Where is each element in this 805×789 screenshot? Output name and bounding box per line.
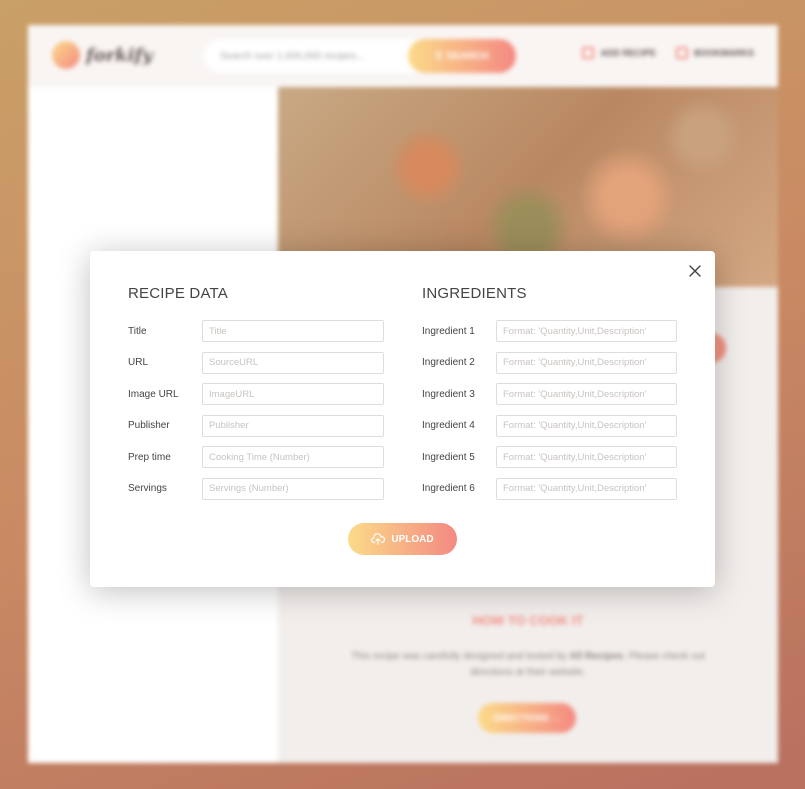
- cloud-upload-icon: [371, 533, 386, 545]
- recipe-field-label: Title: [128, 325, 147, 337]
- recipe-field-label: Publisher: [128, 420, 170, 431]
- ingredients-column: INGREDIENTS Ingredient 1 Ingredient 2 Ingr…: [422, 285, 678, 509]
- search-button[interactable]: ⚲ SEARCH: [408, 39, 516, 73]
- how-to-cook-title: HOW TO COOK IT: [472, 613, 584, 628]
- recipe-field-label: URL: [128, 357, 149, 368]
- nav-bookmarks-label: BOOKMARKS: [694, 48, 754, 58]
- bookmark-icon: [676, 47, 688, 59]
- search-icon: ⚲: [435, 50, 443, 62]
- recipe-field-input[interactable]: [202, 320, 384, 342]
- logo-icon: [52, 41, 80, 69]
- search-button-label: SEARCH: [446, 50, 489, 62]
- logo[interactable]: forkify: [52, 41, 153, 69]
- recipe-field-input[interactable]: [202, 383, 384, 405]
- search-input[interactable]: Search over 1,000,000 recipes...: [220, 51, 410, 62]
- nav-add-recipe-label: ADD RECIPE: [600, 48, 656, 58]
- ingredient-field-input[interactable]: [496, 414, 677, 437]
- recipe-field-row: Image URL: [128, 383, 384, 405]
- logo-text: forkify: [86, 44, 153, 66]
- recipe-field-label: Prep time: [128, 451, 171, 463]
- recipe-field-input[interactable]: [202, 446, 384, 468]
- recipe-field-row: Prep time: [128, 446, 384, 468]
- recipe-field-label: Servings: [128, 483, 167, 494]
- nav: ADD RECIPE BOOKMARKS: [582, 47, 754, 59]
- ingredient-field-row: Ingredient 6: [422, 477, 678, 500]
- ingredient-field-label: Ingredient 5: [422, 451, 475, 463]
- ingredient-field-row: Ingredient 2: [422, 351, 678, 374]
- recipe-field-input[interactable]: [202, 414, 384, 437]
- directions-button[interactable]: DIRECTIONS →: [478, 703, 576, 733]
- ingredient-field-input[interactable]: [496, 320, 677, 342]
- directions-button-label: DIRECTIONS: [493, 713, 549, 723]
- recipe-field-row: Publisher: [128, 414, 384, 437]
- header: forkify Search over 1,000,000 recipes...…: [28, 25, 778, 87]
- recipe-data-column: RECIPE DATA Title URL Image URL Publisher Pr…: [128, 285, 384, 509]
- how-to-cook-publisher: All Recipes: [569, 651, 624, 662]
- ingredient-field-input[interactable]: [496, 383, 677, 405]
- arrow-right-icon: →: [549, 713, 561, 723]
- ingredient-field-label: Ingredient 6: [422, 483, 475, 494]
- how-to-cook-text: This recipe was carefully designed and t…: [338, 649, 718, 681]
- ingredient-field-label: Ingredient 1: [422, 325, 475, 337]
- close-icon: [689, 265, 701, 277]
- recipe-field-row: Title: [128, 320, 384, 342]
- ingredient-field-input[interactable]: [496, 477, 677, 500]
- edit-icon: [582, 47, 595, 59]
- how-to-cook-text-pre: This recipe was carefully designed and t…: [350, 651, 570, 662]
- recipe-field-row: Servings: [128, 477, 384, 500]
- recipe-field-input[interactable]: [202, 477, 384, 500]
- ingredients-heading: INGREDIENTS: [422, 285, 527, 302]
- recipe-field-input[interactable]: [202, 351, 384, 374]
- recipe-field-label: Image URL: [128, 388, 179, 400]
- upload-button[interactable]: UPLOAD: [348, 523, 457, 555]
- ingredient-field-row: Ingredient 3: [422, 383, 678, 405]
- ingredient-field-label: Ingredient 3: [422, 388, 475, 400]
- ingredient-field-row: Ingredient 1: [422, 320, 678, 342]
- recipe-data-heading: RECIPE DATA: [128, 285, 228, 302]
- ingredient-field-input[interactable]: [496, 351, 677, 374]
- close-button[interactable]: [685, 261, 705, 281]
- ingredient-field-row: Ingredient 4: [422, 414, 678, 437]
- ingredient-field-row: Ingredient 5: [422, 446, 678, 468]
- nav-bookmarks[interactable]: BOOKMARKS: [676, 47, 754, 59]
- ingredient-field-input[interactable]: [496, 446, 677, 468]
- upload-button-label: UPLOAD: [391, 533, 434, 545]
- ingredient-field-label: Ingredient 4: [422, 420, 475, 431]
- search-bar: Search over 1,000,000 recipes... ⚲ SEARC…: [204, 39, 516, 73]
- ingredient-field-label: Ingredient 2: [422, 357, 475, 368]
- recipe-field-row: URL: [128, 351, 384, 374]
- nav-add-recipe[interactable]: ADD RECIPE: [582, 47, 656, 59]
- add-recipe-modal: RECIPE DATA Title URL Image URL Publisher Pr…: [90, 251, 715, 587]
